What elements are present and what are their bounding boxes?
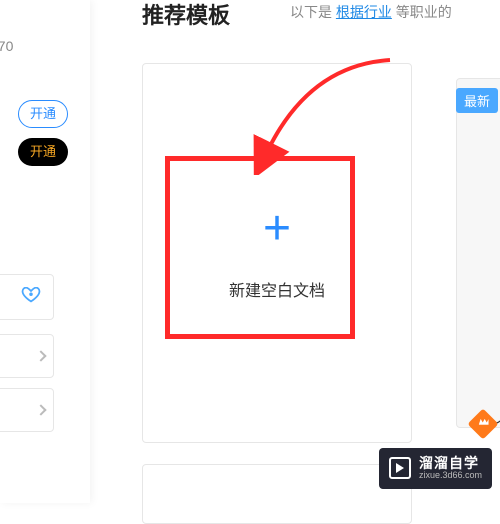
sidebar-favorite-item[interactable] (0, 274, 54, 320)
template-caption-fragment: 个 (496, 414, 500, 434)
watermark-logo-icon (389, 457, 411, 479)
site-watermark: 溜溜自学 zixue.3d66.com (379, 448, 492, 489)
watermark-brand: 溜溜自学 (419, 456, 482, 471)
sidebar-nav-item-1[interactable] (0, 334, 54, 378)
section-subtitle: 以下是 根据行业 等职业的 (290, 2, 452, 22)
sidebar-nav-item-2[interactable] (0, 388, 54, 432)
open-button-solid[interactable]: 开通 (18, 138, 68, 166)
latest-badge: 最新 (456, 88, 498, 113)
industry-link[interactable]: 根据行业 (336, 4, 392, 20)
open-button-outline[interactable]: 开通 (18, 100, 68, 128)
template-card-row2[interactable] (142, 464, 412, 524)
plus-icon: + (263, 205, 291, 253)
template-card-preview[interactable] (456, 78, 500, 428)
watermark-url: zixue.3d66.com (419, 471, 482, 481)
new-blank-document-card[interactable]: + 新建空白文档 (142, 63, 412, 443)
chevron-right-icon (35, 350, 46, 361)
left-sidebar: 370 开通 开通 (0, 0, 90, 503)
subtitle-suffix: 等职业的 (392, 4, 452, 20)
new-blank-document-label: 新建空白文档 (229, 277, 325, 301)
chevron-right-icon (35, 404, 46, 415)
user-id-fragment: 370 (0, 38, 13, 54)
subtitle-prefix: 以下是 (290, 4, 336, 20)
section-title: 推荐模板 (142, 0, 230, 30)
heart-icon (21, 287, 41, 308)
